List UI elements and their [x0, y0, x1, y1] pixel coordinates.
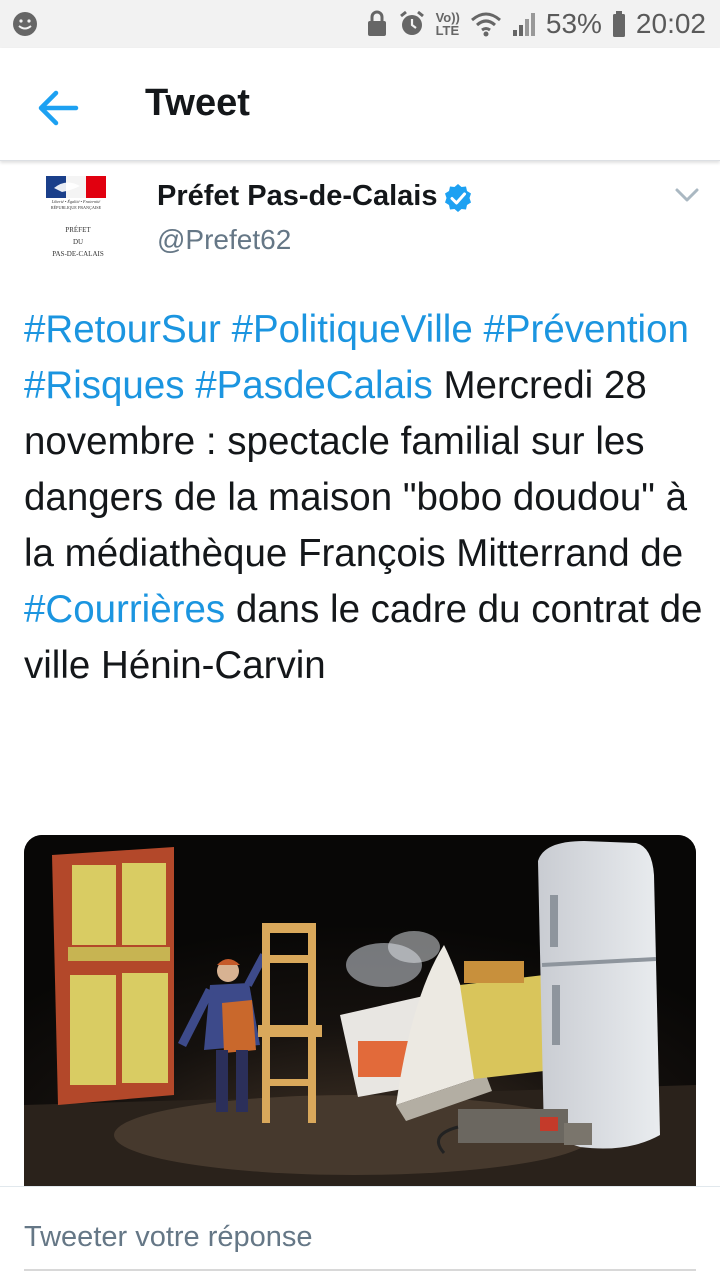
tweet-media-image[interactable]	[24, 835, 696, 1190]
reply-input[interactable]	[24, 1217, 696, 1257]
tweet-text-segment	[185, 364, 196, 407]
verified-badge-icon	[445, 184, 471, 212]
battery-icon	[612, 11, 625, 37]
status-bar: Vo)) LTE 53% 20:02	[0, 0, 720, 48]
signal-icon	[512, 13, 535, 36]
network-type-label: LTE	[435, 23, 460, 38]
hashtag-link[interactable]: #PolitiqueVille	[232, 308, 473, 351]
theatre-stage-photo	[24, 835, 696, 1190]
battery-percent: 53%	[545, 8, 602, 39]
chevron-down-icon[interactable]	[670, 178, 704, 212]
logo-republic: RÉPUBLIQUE FRANÇAISE	[51, 205, 102, 210]
tweet-text-segment	[473, 308, 484, 351]
hashtag-link[interactable]: #Risques	[24, 364, 185, 407]
page-title: Tweet	[145, 82, 250, 124]
app-header: Tweet	[0, 48, 720, 161]
tweet-text: #RetourSur #PolitiqueVille #Prévention #…	[24, 302, 704, 694]
tweet-text-segment	[221, 308, 232, 351]
hashtag-link[interactable]: #PasdeCalais	[195, 364, 433, 407]
alarm-icon	[399, 10, 424, 35]
hashtag-link[interactable]: #Prévention	[483, 308, 688, 351]
avatar[interactable]: Liberté • Égalité • Fraternité RÉPUBLIQU…	[32, 170, 124, 266]
prefecture-logo-icon: Liberté • Égalité • Fraternité RÉPUBLIQU…	[46, 176, 106, 258]
logo-line2: DU	[73, 238, 83, 246]
volte-icon: Vo)) LTE	[436, 11, 460, 37]
hashtag-link[interactable]: #Courrières	[24, 588, 225, 631]
clock: 20:02	[635, 8, 706, 39]
hashtag-link[interactable]: #RetourSur	[24, 308, 221, 351]
wifi-icon	[470, 12, 501, 37]
back-button[interactable]	[28, 78, 88, 138]
logo-line1: PRÉFET	[65, 226, 91, 234]
vpn-lock-icon	[367, 10, 386, 36]
arrow-left-icon	[38, 90, 79, 126]
author-handle[interactable]: @Prefet62	[157, 224, 291, 256]
logo-motto: Liberté • Égalité • Fraternité	[51, 199, 102, 204]
logo-line3: PAS-DE-CALAIS	[52, 250, 104, 258]
reply-bar	[0, 1186, 720, 1281]
smiley-notification-icon	[13, 12, 37, 36]
author-name[interactable]: Préfet Pas-de-Calais	[157, 180, 437, 213]
reply-underline	[24, 1269, 696, 1271]
